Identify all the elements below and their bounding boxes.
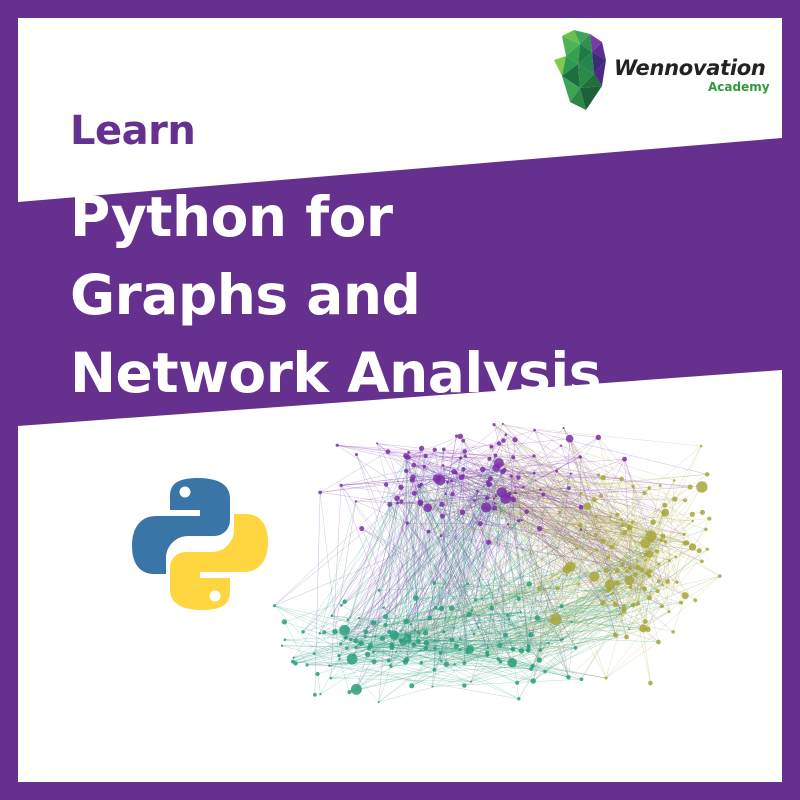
wennovation-logo-icon (554, 30, 606, 110)
headline-line-2: Graphs and (70, 263, 421, 327)
brand-name: Wennovation (614, 56, 766, 80)
brand-logo: Wennovation Academy (548, 30, 778, 118)
headline-line-1: Python for (70, 185, 393, 249)
headline: Python for Graphs and Network Analysis (70, 178, 601, 412)
python-logo-icon (132, 478, 268, 610)
headline-line-3: Network Analysis (70, 341, 601, 405)
kicker-title: Learn (70, 108, 196, 154)
brand-subtitle: Academy (708, 80, 770, 94)
